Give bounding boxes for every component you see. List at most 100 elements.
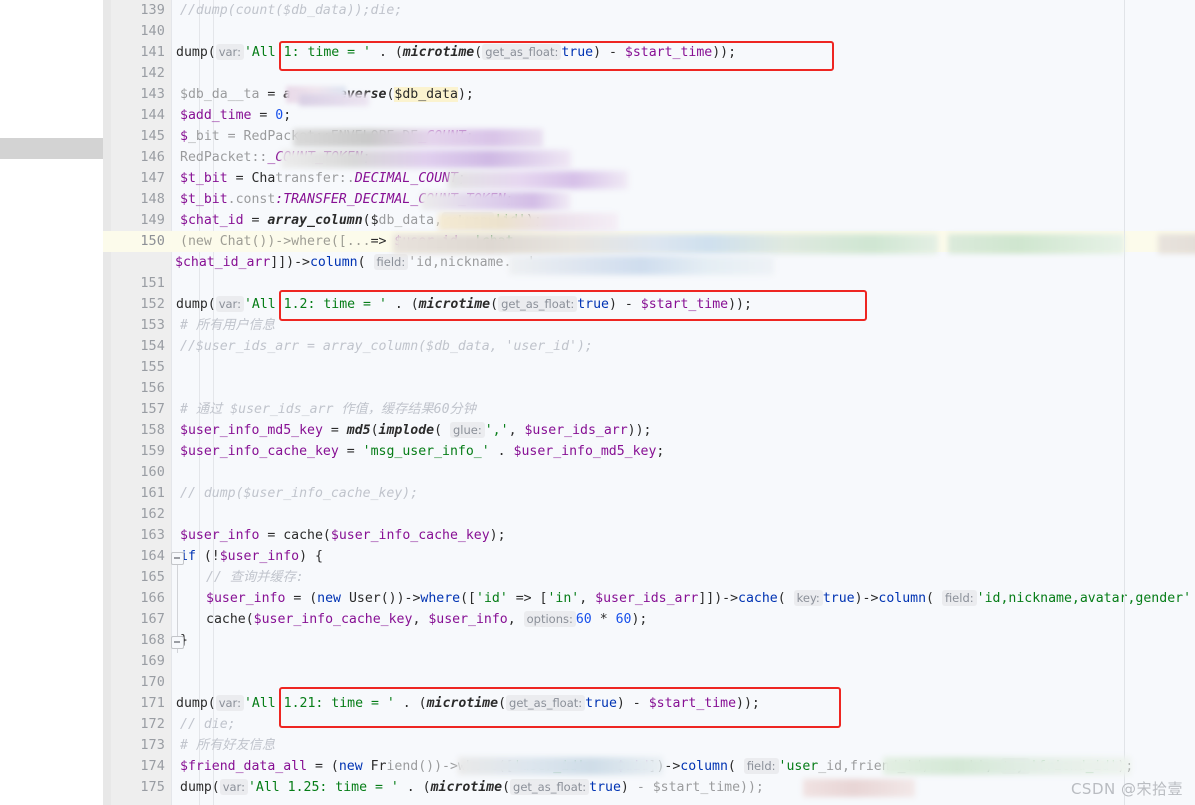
line-number[interactable]: 151 [111, 273, 165, 294]
line-number[interactable]: 164 [111, 546, 165, 567]
code-line[interactable]: 144 $add_time = 0; [103, 105, 1195, 126]
line-number[interactable]: 146 [111, 147, 165, 168]
code-text: $t_bit = Chatransfer:.DECIMAL_COUNT; [180, 171, 466, 186]
code-text: $chat_id = array_column($db_data, column:… [180, 212, 542, 228]
line-number[interactable]: 139 [111, 0, 165, 21]
line-number[interactable]: 170 [111, 672, 165, 693]
code-line[interactable]: 175 dump(var: 'All 1.25: time = ' . (micro… [103, 777, 1195, 798]
parameter-hint: glue: [450, 422, 485, 438]
line-number[interactable]: 148 [111, 189, 165, 210]
code-text: # 所有用户信息 [180, 318, 276, 333]
code-line[interactable]: 162 [103, 504, 1195, 525]
code-text: RedPacket::_COUNT_TOKEN; [180, 150, 371, 165]
code-line[interactable]: 171 dump(var: 'All 1.21: time = ' . (micro… [103, 693, 1195, 714]
code-line[interactable]: 173 # 所有好友信息 [103, 735, 1195, 756]
code-line[interactable]: 152 dump(var: 'All 1.2: time = ' . (microt… [103, 294, 1195, 315]
code-editor-pane[interactable]: 139 //dump(count($db_data));die; 140 141 dum… [103, 0, 1195, 805]
code-line[interactable]: 164 if (!$user_info) { [103, 546, 1195, 567]
line-number[interactable]: 175 [111, 777, 165, 798]
code-line[interactable]: 153 # 所有用户信息 [103, 315, 1195, 336]
code-text: $add_time = 0; [180, 108, 292, 123]
line-number[interactable]: 145 [111, 126, 165, 147]
line-number[interactable]: 167 [111, 609, 165, 630]
code-text: $user_info_cache_key = 'msg_user_info_' … [180, 444, 665, 459]
line-number[interactable]: 172 [111, 714, 165, 735]
line-number[interactable]: 156 [111, 378, 165, 399]
code-line[interactable]: 140 [103, 21, 1195, 42]
line-number[interactable]: 163 [111, 525, 165, 546]
code-line[interactable]: $chat_id_arr]])->column( field:'id,nickn… [103, 252, 1195, 273]
code-line[interactable]: 147 $t_bit = Chatransfer:.DECIMAL_COUNT; [103, 168, 1195, 189]
parameter-hint: column: [442, 212, 495, 228]
parameter-hint: field: [743, 758, 779, 774]
code-line[interactable]: 149 $chat_id = array_column($db_data, colu… [103, 210, 1195, 231]
code-line[interactable]: 143 $db_da__ta = array_reverse($db_data); [103, 84, 1195, 105]
line-number[interactable]: 168 [111, 630, 165, 651]
code-text: dump(var: 'All 1.25: time = ' . (microtim… [180, 779, 764, 795]
left-gray-band [0, 138, 103, 159]
code-line[interactable]: 154 //$user_ids_arr = array_column($db_da… [103, 336, 1195, 357]
code-text: //dump(count($db_data));die; [180, 3, 403, 18]
line-number[interactable]: 169 [111, 651, 165, 672]
code-line[interactable]: 142 [103, 63, 1195, 84]
line-number[interactable]: 144 [111, 105, 165, 126]
code-text: if (!$user_info) { [180, 549, 323, 564]
line-number[interactable]: 140 [111, 21, 165, 42]
code-line[interactable]: 141 dump(var: 'All 1: time = ' . (microtim… [103, 42, 1195, 63]
line-number[interactable]: 155 [111, 357, 165, 378]
line-number[interactable]: 152 [111, 294, 165, 315]
parameter-hint: get_as_float: [510, 779, 590, 795]
code-line[interactable]: 158 $user_info_md5_key = md5(implode( glu… [103, 420, 1195, 441]
line-number[interactable]: 171 [111, 693, 165, 714]
line-number[interactable]: 165 [111, 567, 165, 588]
code-line[interactable]: 160 [103, 462, 1195, 483]
line-number[interactable]: 157 [111, 399, 165, 420]
code-line[interactable]: 168} [103, 630, 1195, 651]
code-line[interactable]: 161 // dump($user_info_cache_key); [103, 483, 1195, 504]
code-text: $_bit = RedPacket::ENVELOPE_DE_COUNT; [180, 129, 474, 144]
code-line[interactable]: 156 [103, 378, 1195, 399]
code-text: # 通过 $user_ids_arr 作值，缓存结果60分钟 [180, 402, 476, 417]
parameter-hint: get_as_float: [482, 44, 562, 60]
line-number[interactable]: 173 [111, 735, 165, 756]
line-number[interactable]: 162 [111, 504, 165, 525]
code-text: // 查询并缓存: [206, 570, 304, 585]
line-number[interactable]: 161 [111, 483, 165, 504]
fold-marker-collapse-168[interactable] [171, 636, 184, 649]
code-line[interactable]: 157 # 通过 $user_ids_arr 作值，缓存结果60分钟 [103, 399, 1195, 420]
code-line[interactable]: 145 $_bit = RedPacket::ENVELOPE_DE_COUNT; [103, 126, 1195, 147]
line-number[interactable]: 143 [111, 84, 165, 105]
code-line[interactable]: 155 [103, 357, 1195, 378]
code-line[interactable]: 139 //dump(count($db_data));die; [103, 0, 1195, 21]
parameter-hint: field: [941, 590, 977, 606]
code-line[interactable]: 148 $t_bit.const:TRANSFER_DECIMAL_COUNT_T… [103, 189, 1195, 210]
line-number[interactable]: 174 [111, 756, 165, 777]
parameter-hint: options: [523, 611, 576, 627]
line-number[interactable]: 160 [111, 462, 165, 483]
code-line[interactable]: 159 $user_info_cache_key = 'msg_user_info… [103, 441, 1195, 462]
line-number[interactable]: 159 [111, 441, 165, 462]
code-line[interactable]: 169 [103, 651, 1195, 672]
line-number[interactable]: 149 [111, 210, 165, 231]
line-number[interactable]: 158 [111, 420, 165, 441]
ide-screenshot: 139 //dump(count($db_data));die; 140 141 dum… [0, 0, 1195, 805]
code-line[interactable]: 167 cache($user_info_cache_key, $user_inf… [103, 609, 1195, 630]
line-number[interactable]: 150 [111, 231, 165, 252]
line-number[interactable]: 166 [111, 588, 165, 609]
code-line[interactable]: 170 [103, 672, 1195, 693]
code-line[interactable]: 151 [103, 273, 1195, 294]
code-line[interactable]: 172 // die; [103, 714, 1195, 735]
code-line[interactable]: 174 $friend_data_all = (new Friend())->wh… [103, 756, 1195, 777]
line-number[interactable]: 153 [111, 315, 165, 336]
code-line[interactable]: 165 // 查询并缓存: [103, 567, 1195, 588]
line-number[interactable]: 154 [111, 336, 165, 357]
fold-marker-collapse-164[interactable] [171, 552, 184, 565]
code-line[interactable]: 146 RedPacket::_COUNT_TOKEN; [103, 147, 1195, 168]
line-number[interactable]: 142 [111, 63, 165, 84]
code-line[interactable]: 150 (new Chat())->where([...=> $user_id, … [103, 231, 1195, 252]
line-number[interactable]: 141 [111, 42, 165, 63]
parameter-hint: var: [215, 296, 244, 312]
line-number[interactable]: 147 [111, 168, 165, 189]
code-line[interactable]: 166 $user_info = (new User())->where(['id… [103, 588, 1195, 609]
code-line[interactable]: 163 $user_info = cache($user_info_cache_k… [103, 525, 1195, 546]
